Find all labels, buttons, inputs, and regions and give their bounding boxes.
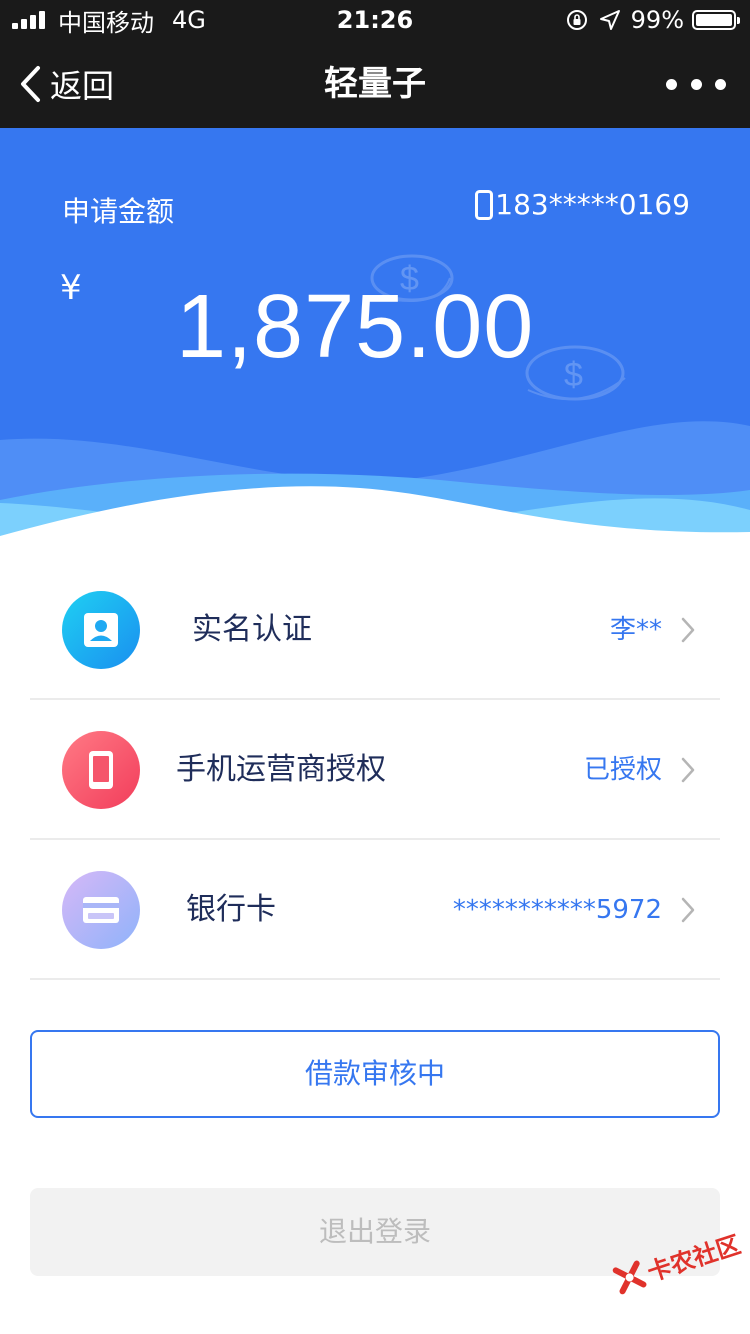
id-card-icon [62, 591, 140, 669]
row-real-name[interactable]: 实名认证 李** [30, 560, 720, 700]
phone-number: 183*****0169 [495, 188, 690, 221]
row-label: 银行卡 [186, 892, 276, 927]
battery-percent: 99% [630, 6, 684, 34]
watermark-logo-icon [612, 1260, 647, 1294]
bank-card-icon [62, 871, 140, 949]
svg-text:$: $ [564, 356, 583, 394]
orientation-lock-icon [566, 10, 587, 30]
row-label: 实名认证 [192, 612, 312, 647]
status-right: 99% [565, 4, 740, 36]
chevron-right-icon [681, 897, 695, 923]
chevron-left-icon [21, 66, 40, 102]
loan-amount: 1,875.00 [176, 277, 535, 377]
phone-icon [475, 189, 494, 220]
mobile-phone-icon [62, 731, 140, 809]
more-button[interactable] [666, 40, 726, 128]
loan-review-button[interactable]: 借款审核中 [30, 1030, 720, 1118]
row-bank-card[interactable]: 银行卡 ***********5972 [30, 840, 720, 980]
screen: 中国移动 4G 21:26 99% 返回 轻量子 $ $ 申请金额 183***… [0, 0, 750, 1334]
status-bar: 中国移动 4G 21:26 99% [0, 0, 750, 40]
row-carrier-auth[interactable]: 手机运营商授权 已授权 [30, 700, 720, 840]
row-value: ***********5972 [452, 895, 662, 925]
row-value: 已授权 [583, 755, 662, 785]
page-title: 轻量子 [324, 64, 426, 104]
phone-info: 183*****0169 [475, 188, 690, 221]
battery-fill [696, 14, 732, 26]
amount-banner: $ $ 申请金额 183*****0169 ¥ 1,875.00 [0, 128, 750, 558]
back-label: 返回 [50, 67, 115, 105]
row-value: 李** [609, 615, 662, 645]
location-arrow-icon [599, 10, 620, 30]
chevron-right-icon [681, 617, 695, 643]
amount-label: 申请金额 [62, 195, 175, 228]
battery-icon [692, 10, 740, 30]
back-button[interactable]: 返回 [18, 40, 114, 128]
verification-list: 实名认证 李** 手机运营商授权 已授权 银行卡 ***********5972 [30, 560, 720, 980]
currency-symbol: ¥ [60, 268, 82, 308]
row-label: 手机运营商授权 [176, 752, 386, 787]
chevron-right-icon [681, 757, 695, 783]
nav-bar: 返回 轻量子 [0, 40, 750, 128]
